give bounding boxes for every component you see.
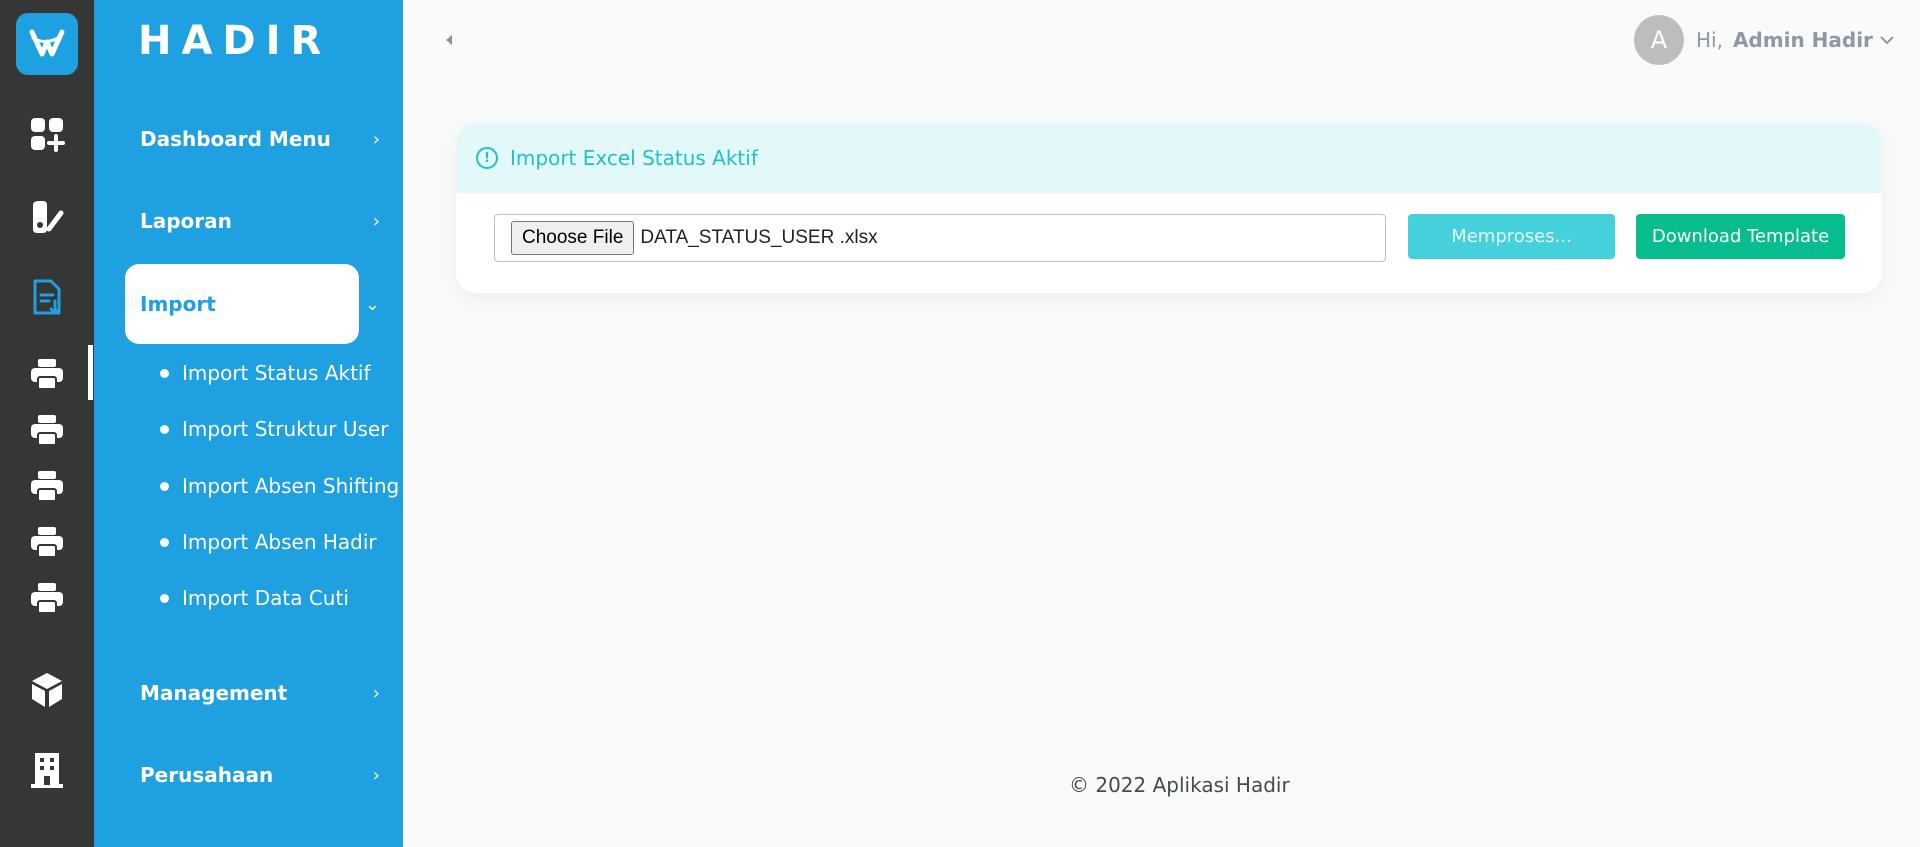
report-icon[interactable] [0, 197, 94, 237]
chevron-right-icon: › [372, 682, 380, 704]
cube-icon[interactable] [0, 670, 94, 710]
chevron-right-icon: › [372, 764, 380, 786]
sidebar-item-management[interactable]: Management › [140, 673, 380, 713]
caret-left-icon [446, 35, 452, 45]
bullet-icon [160, 593, 169, 603]
import-card: ! Import Excel Status Aktif Choose File … [456, 123, 1882, 293]
submenu-item-import-absen-hadir[interactable]: Import Absen Hadir [160, 527, 377, 557]
avatar: A [1634, 15, 1684, 65]
submenu-item-import-status-aktif[interactable]: Import Status Aktif [160, 358, 371, 388]
card-header: ! Import Excel Status Aktif [456, 123, 1882, 193]
sidebar-item-label: Management [140, 681, 288, 705]
greeting-text: Hi, [1696, 28, 1723, 52]
chevron-right-icon: › [372, 128, 380, 150]
app-logo-icon[interactable] [16, 13, 78, 75]
bullet-icon [160, 481, 169, 491]
submenu-item-label: Import Absen Hadir [182, 530, 377, 554]
printer-icon[interactable] [0, 354, 94, 394]
sidebar-item-label: Dashboard Menu [140, 127, 331, 151]
submenu-item-label: Import Absen Shifting [182, 474, 400, 498]
choose-file-button[interactable]: Choose File [511, 221, 635, 255]
chevron-down-icon: ⌄ [364, 293, 380, 315]
brand-logo-text: HADIR [138, 18, 332, 64]
sidebar-collapse-toggle[interactable] [445, 30, 461, 50]
bullet-icon [160, 368, 169, 378]
submenu-item-label: Import Struktur User [182, 417, 389, 441]
submenu-item-label: Import Status Aktif [182, 361, 371, 385]
sidebar-item-perusahaan[interactable]: Perusahaan › [140, 755, 380, 795]
icon-rail [0, 0, 94, 847]
submenu-item-label: Import Data Cuti [182, 586, 349, 610]
sidebar-item-label: Laporan [140, 209, 232, 233]
info-circle-icon: ! [476, 147, 498, 169]
printer-icon[interactable] [0, 410, 94, 450]
download-template-button[interactable]: Download Template [1636, 214, 1845, 259]
import-document-icon[interactable] [0, 278, 94, 318]
footer-copyright: © 2022 Aplikasi Hadir [1069, 773, 1290, 797]
printer-icon[interactable] [0, 578, 94, 618]
submenu-item-import-struktur-user[interactable]: Import Struktur User [160, 414, 388, 444]
chevron-right-icon: › [372, 210, 380, 232]
sidebar-item-label: Import [140, 292, 216, 316]
sidebar: HADIR Dashboard Menu › Laporan › Import … [94, 0, 403, 847]
sidebar-item-laporan[interactable]: Laporan › [140, 201, 380, 241]
file-input[interactable]: Choose File DATA_STATUS_USER .xlsx [494, 214, 1386, 262]
building-icon[interactable] [0, 750, 94, 790]
process-button[interactable]: Memproses... [1408, 214, 1615, 259]
selected-file-name: DATA_STATUS_USER .xlsx [640, 227, 878, 248]
username-text: Admin Hadir [1732, 28, 1873, 52]
sidebar-item-import[interactable]: Import ⌄ [140, 284, 380, 324]
user-menu[interactable]: A Hi, Admin Hadir [1634, 15, 1895, 65]
dashboard-grid-icon[interactable] [0, 114, 94, 154]
chevron-down-icon [1880, 36, 1894, 45]
submenu-item-import-data-cuti[interactable]: Import Data Cuti [160, 583, 349, 613]
submenu-item-import-absen-shifting[interactable]: Import Absen Shifting [160, 471, 399, 501]
sidebar-item-dashboard-menu[interactable]: Dashboard Menu › [140, 119, 380, 159]
printer-icon[interactable] [0, 466, 94, 506]
sidebar-item-label: Perusahaan [140, 763, 274, 787]
printer-icon[interactable] [0, 522, 94, 562]
card-title: Import Excel Status Aktif [510, 146, 758, 170]
bullet-icon [160, 424, 169, 434]
bullet-icon [160, 537, 169, 547]
